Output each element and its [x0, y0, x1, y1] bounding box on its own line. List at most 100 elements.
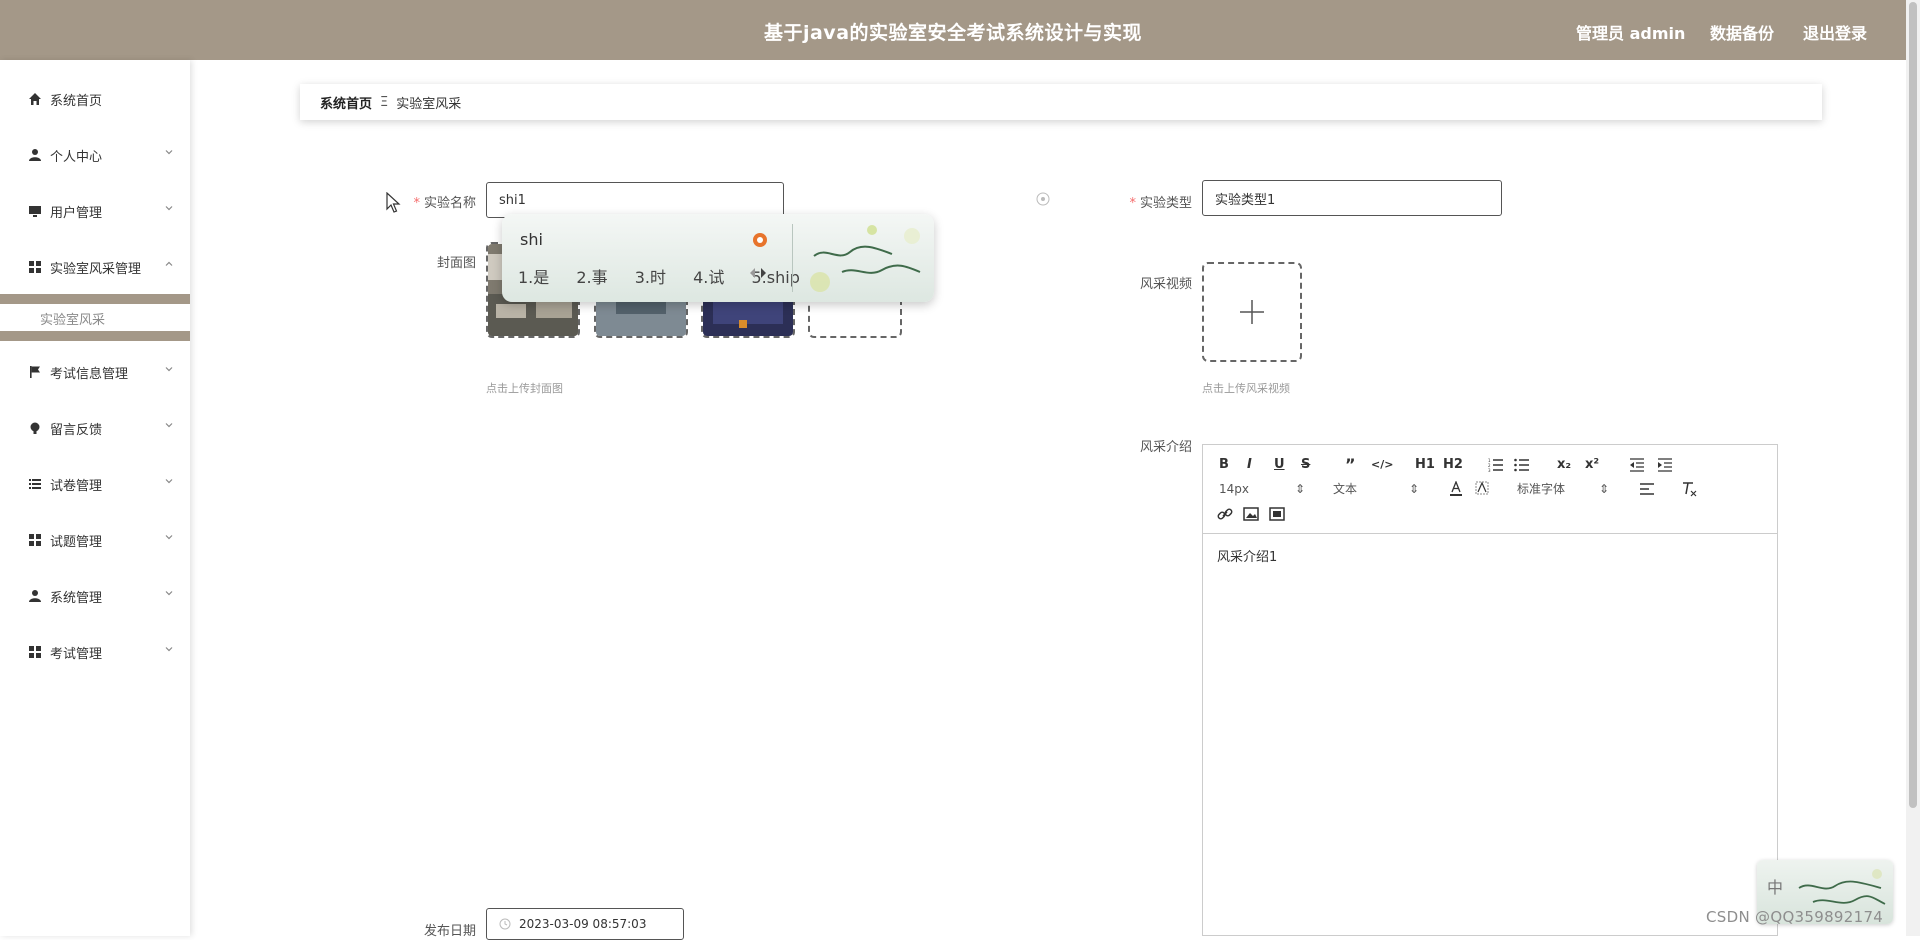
submenu-band-top	[0, 294, 190, 304]
sidebar-item-exams[interactable]: 考试管理	[0, 632, 190, 672]
video-label: 风采视频	[1139, 277, 1192, 292]
select-arrows-icon: ⇕	[1295, 482, 1306, 496]
ime-divider	[792, 224, 793, 292]
plus-icon	[1240, 300, 1264, 324]
ime-composition: shi	[520, 230, 543, 249]
user-icon	[28, 148, 42, 162]
italic-button[interactable]: I	[1247, 457, 1252, 473]
clear-format-icon[interactable]	[1681, 481, 1697, 497]
h1-button[interactable]: H1	[1415, 457, 1435, 473]
sidebar-item-papers[interactable]: 试卷管理	[0, 464, 190, 504]
link-icon[interactable]	[1217, 507, 1233, 521]
video-icon[interactable]	[1269, 507, 1285, 521]
text-color-icon[interactable]	[1449, 481, 1463, 497]
video-hint: 点击上传风采视频	[1202, 382, 1290, 395]
ime-skin-icon[interactable]	[752, 232, 768, 248]
submenu-band-bottom	[0, 331, 190, 341]
scrollbar-thumb[interactable]	[1909, 2, 1917, 808]
chevron-down-icon	[165, 367, 173, 372]
sidebar-item-lab-showcase[interactable]: 实验室风采管理	[0, 247, 190, 287]
select-arrows-icon: ⇕	[1409, 482, 1420, 496]
chevron-down-icon	[165, 535, 173, 540]
align-left-icon[interactable]	[1639, 482, 1655, 496]
h2-button[interactable]: H2	[1443, 457, 1463, 473]
clock-icon	[499, 918, 511, 930]
page-scrollbar[interactable]	[1906, 0, 1920, 936]
image-icon[interactable]	[1243, 507, 1259, 521]
sidebar-subitem-label: 实验室风采	[40, 312, 106, 328]
sidebar-item-label: 试题管理	[50, 534, 103, 550]
ime-page-arrows-icon[interactable]	[748, 267, 768, 279]
sidebar: 系统首页 个人中心 用户管理 实验室风采管理 实验室风采 考试信息管理 留言反馈…	[0, 60, 190, 936]
chevron-up-icon	[165, 261, 173, 266]
indent-icon[interactable]	[1657, 458, 1673, 472]
font-size-select[interactable]: 14px	[1219, 481, 1249, 497]
underline-button[interactable]: U	[1274, 457, 1285, 473]
date-input[interactable]: 2023-03-09 08:57:03	[486, 908, 684, 940]
sidebar-item-label: 系统管理	[50, 590, 103, 606]
chevron-down-icon	[165, 150, 173, 155]
bullet-list-icon[interactable]	[1514, 458, 1530, 472]
superscript-button[interactable]: x²	[1585, 457, 1599, 473]
ime-candidate[interactable]: 2.事	[576, 268, 607, 287]
sidebar-item-label: 实验室风采管理	[50, 261, 142, 277]
date-value: 2023-03-09 08:57:03	[519, 917, 647, 931]
editor-toolbar: B I U S ” </> H1 H2 123 x₂ x² 14px ⇕ 文本 …	[1203, 445, 1777, 534]
sidebar-item-label: 个人中心	[50, 149, 103, 165]
grid-icon	[28, 533, 42, 547]
subscript-button[interactable]: x₂	[1557, 457, 1571, 473]
sidebar-item-label: 考试信息管理	[50, 366, 129, 382]
sidebar-item-home[interactable]: 系统首页	[0, 79, 190, 119]
date-label: 发布日期	[423, 924, 476, 939]
ime-candidate[interactable]: 4.试	[693, 268, 724, 287]
flag-icon	[28, 365, 42, 379]
name-input[interactable]: shi1	[486, 182, 784, 218]
user-icon	[28, 589, 42, 603]
clear-icon[interactable]	[1036, 192, 1050, 206]
logout-link[interactable]: 退出登录	[1803, 20, 1867, 44]
sidebar-item-label: 考试管理	[50, 646, 103, 662]
sidebar-item-exam-info[interactable]: 考试信息管理	[0, 352, 190, 392]
paragraph-select[interactable]: 文本	[1333, 481, 1357, 497]
breadcrumb-home[interactable]: 系统首页	[320, 93, 372, 112]
watermark-text: CSDN @QQ359892174	[1706, 908, 1884, 926]
ordered-list-icon[interactable]: 123	[1488, 458, 1504, 472]
sidebar-subitem-lab-showcase[interactable]: 实验室风采	[0, 304, 190, 332]
sidebar-item-questions[interactable]: 试题管理	[0, 520, 190, 560]
ime-candidate[interactable]: 3.时	[635, 268, 666, 287]
strike-button[interactable]: S	[1301, 457, 1310, 473]
font-family-select[interactable]: 标准字体	[1517, 481, 1565, 497]
breadcrumb: 系统首页 Ξ 实验室风采	[300, 84, 1822, 120]
blockquote-button[interactable]: ”	[1345, 457, 1356, 473]
sidebar-item-users[interactable]: 用户管理	[0, 191, 190, 231]
chevron-down-icon	[165, 591, 173, 596]
ime-mode-label[interactable]: 中	[1767, 874, 1783, 898]
background-color-icon[interactable]	[1475, 481, 1489, 497]
select-arrows-icon: ⇕	[1599, 482, 1610, 496]
monitor-icon	[28, 204, 42, 218]
ime-candidate[interactable]: 1.是	[518, 268, 549, 287]
sidebar-item-system[interactable]: 系统管理	[0, 576, 190, 616]
grid-icon	[28, 260, 42, 274]
bulb-icon	[28, 421, 42, 435]
type-label: * 实验类型	[1129, 196, 1192, 211]
cover-label: 封面图	[436, 256, 476, 271]
bold-button[interactable]: B	[1219, 457, 1229, 473]
video-upload-button[interactable]	[1202, 262, 1302, 362]
ime-skin-artwork	[810, 225, 921, 292]
chevron-down-icon	[165, 206, 173, 211]
mouse-cursor-icon	[386, 192, 401, 213]
code-button[interactable]: </>	[1371, 457, 1393, 473]
backup-link[interactable]: 数据备份	[1710, 20, 1774, 44]
sidebar-item-feedback[interactable]: 留言反馈	[0, 408, 190, 448]
chevron-down-icon	[165, 647, 173, 652]
type-input[interactable]: 实验类型1	[1202, 180, 1502, 216]
breadcrumb-separator: Ξ	[380, 94, 389, 110]
home-icon	[28, 92, 42, 106]
sidebar-item-personal[interactable]: 个人中心	[0, 135, 190, 175]
outdent-icon[interactable]	[1629, 458, 1645, 472]
editor-content[interactable]: 风采介绍1	[1203, 534, 1777, 577]
chevron-down-icon	[165, 479, 173, 484]
list-icon	[28, 477, 42, 491]
admin-link[interactable]: 管理员 admin	[1576, 20, 1685, 44]
